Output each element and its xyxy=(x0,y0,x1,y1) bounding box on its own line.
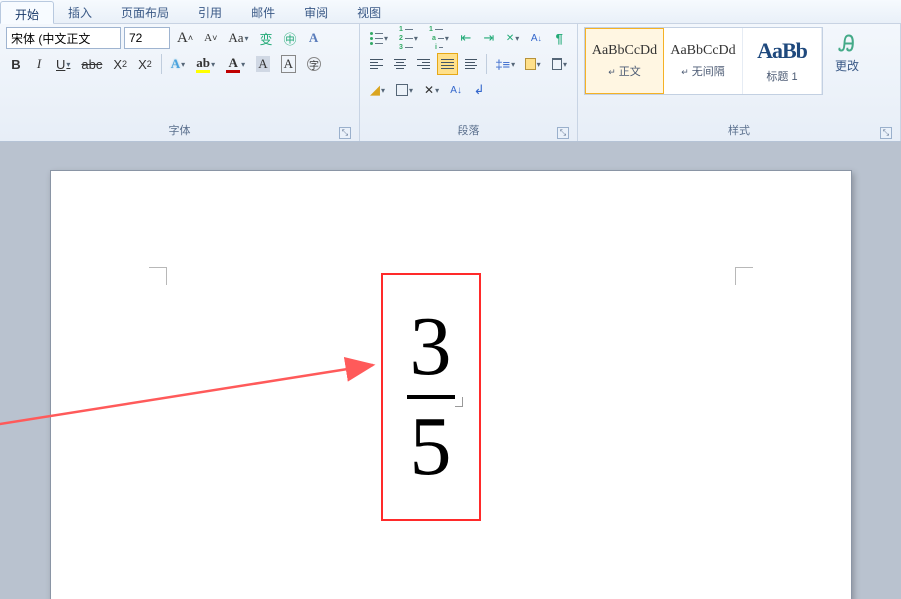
asian-layout-button[interactable]: ✕▾ xyxy=(502,27,523,49)
fraction-bar xyxy=(407,395,455,399)
tab-home[interactable]: 开始 xyxy=(0,1,54,24)
tab-references[interactable]: 引用 xyxy=(184,0,237,23)
group-paragraph: ▾ 123▾ 1ai▾ ⇤ ⇥ ✕▾ A↓ ¶ ‡≡▾ ▾ ▾ xyxy=(360,24,578,141)
borders-button[interactable]: ▾ xyxy=(548,53,571,75)
shading-button[interactable]: ▾ xyxy=(521,53,544,75)
border-grid-button[interactable]: ▾ xyxy=(392,79,417,101)
font-color-button[interactable]: A▾ xyxy=(222,53,249,75)
shrink-font-button[interactable]: A˅ xyxy=(200,27,221,49)
numbering-button[interactable]: 123▾ xyxy=(395,27,422,49)
margin-mark-top-right xyxy=(735,267,753,285)
fraction-numerator[interactable]: 3 xyxy=(410,305,452,389)
text-effects-button[interactable]: A▾ xyxy=(167,53,189,75)
show-marks-button[interactable]: ¶ xyxy=(549,27,569,49)
font-dialog-launcher[interactable]: ⤡ xyxy=(339,127,351,139)
style-no-spacing[interactable]: AaBbCcDd ↵ 无间隔 xyxy=(664,28,743,94)
text-cursor xyxy=(455,397,463,407)
group-font-label: 字体 ⤡ xyxy=(6,120,353,141)
styles-gallery[interactable]: AaBbCcDd ↵ 正文 AaBbCcDd ↵ 无间隔 AaBb 标题 1 xyxy=(584,27,823,95)
group-styles-label: 样式 ⤡ xyxy=(584,120,894,141)
separator xyxy=(486,54,487,74)
document-page[interactable]: 3 5 xyxy=(50,170,852,599)
change-styles-icon: Ꭿ xyxy=(839,31,855,57)
group-styles: AaBbCcDd ↵ 正文 AaBbCcDd ↵ 无间隔 AaBb 标题 1 Ꭿ… xyxy=(578,24,901,141)
align-right-button[interactable] xyxy=(413,53,434,75)
group-paragraph-label: 段落 ⤡ xyxy=(366,120,571,141)
line-break-button[interactable]: ↲ xyxy=(469,79,489,101)
group-font: A˄ A˅ Aa▾ 变 ㊥ A B I U▾ abc X2 X2 A▾ ab▾ … xyxy=(0,24,360,141)
enclose-circle-button[interactable]: 字 xyxy=(303,53,325,75)
tab-insert[interactable]: 插入 xyxy=(54,0,107,23)
char-shading-button[interactable]: A xyxy=(252,53,273,75)
styles-dialog-launcher[interactable]: ⤡ xyxy=(880,127,892,139)
sort-button[interactable]: A↓ xyxy=(526,27,546,49)
highlight-button[interactable]: ab▾ xyxy=(192,53,219,75)
increase-indent-button[interactable]: ⇥ xyxy=(479,27,499,49)
strikethrough-button[interactable]: abc xyxy=(77,53,106,75)
ribbon-tabs: 开始 插入 页面布局 引用 邮件 审阅 视图 xyxy=(0,0,901,24)
tab-page-layout[interactable]: 页面布局 xyxy=(107,0,184,23)
bold-button[interactable]: B xyxy=(6,53,26,75)
decrease-indent-button[interactable]: ⇤ xyxy=(456,27,476,49)
paragraph-dialog-launcher[interactable]: ⤡ xyxy=(557,127,569,139)
tab-view[interactable]: 视图 xyxy=(343,0,396,23)
char-border-button[interactable]: A xyxy=(277,53,300,75)
change-styles-button[interactable]: Ꭿ 更改 xyxy=(829,27,865,78)
phonetic-guide-button[interactable]: 变 xyxy=(256,27,277,49)
style-normal[interactable]: AaBbCcDd ↵ 正文 xyxy=(585,28,664,94)
line-spacing-button[interactable]: ‡≡▾ xyxy=(492,53,518,75)
underline-button[interactable]: U▾ xyxy=(52,53,74,75)
grow-font-button[interactable]: A˄ xyxy=(173,27,197,49)
style-heading-1[interactable]: AaBb 标题 1 xyxy=(743,28,822,94)
tab-review[interactable]: 审阅 xyxy=(290,0,343,23)
sort-para-button[interactable]: A↓ xyxy=(446,79,466,101)
font-size-combo[interactable] xyxy=(124,27,170,49)
align-justify-button[interactable] xyxy=(437,53,458,75)
font-name-combo[interactable] xyxy=(6,27,121,49)
ribbon: A˄ A˅ Aa▾ 变 ㊥ A B I U▾ abc X2 X2 A▾ ab▾ … xyxy=(0,24,901,142)
fraction-highlight-box: 3 5 xyxy=(381,273,481,521)
bullets-button[interactable]: ▾ xyxy=(366,27,392,49)
tab-mailings[interactable]: 邮件 xyxy=(237,0,290,23)
margin-mark-top-left xyxy=(149,267,167,285)
align-distribute-button[interactable] xyxy=(461,53,482,75)
annotation-arrow xyxy=(0,351,401,431)
change-case-button[interactable]: Aa▾ xyxy=(224,27,252,49)
align-left-button[interactable] xyxy=(366,53,387,75)
clear-formatting-button[interactable]: A xyxy=(304,27,324,49)
italic-button[interactable]: I xyxy=(29,53,49,75)
fraction-denominator[interactable]: 5 xyxy=(410,405,452,489)
align-center-button[interactable] xyxy=(390,53,411,75)
snap-button[interactable]: ✕▾ xyxy=(420,79,443,101)
subscript-button[interactable]: X2 xyxy=(109,53,131,75)
superscript-button[interactable]: X2 xyxy=(134,53,156,75)
enclose-chars-button[interactable]: ㊥ xyxy=(280,27,301,49)
multilevel-button[interactable]: 1ai▾ xyxy=(425,27,453,49)
shading-fill-button[interactable]: ◢▾ xyxy=(366,79,389,101)
separator xyxy=(161,54,162,74)
document-workspace: 3 5 xyxy=(0,142,901,599)
